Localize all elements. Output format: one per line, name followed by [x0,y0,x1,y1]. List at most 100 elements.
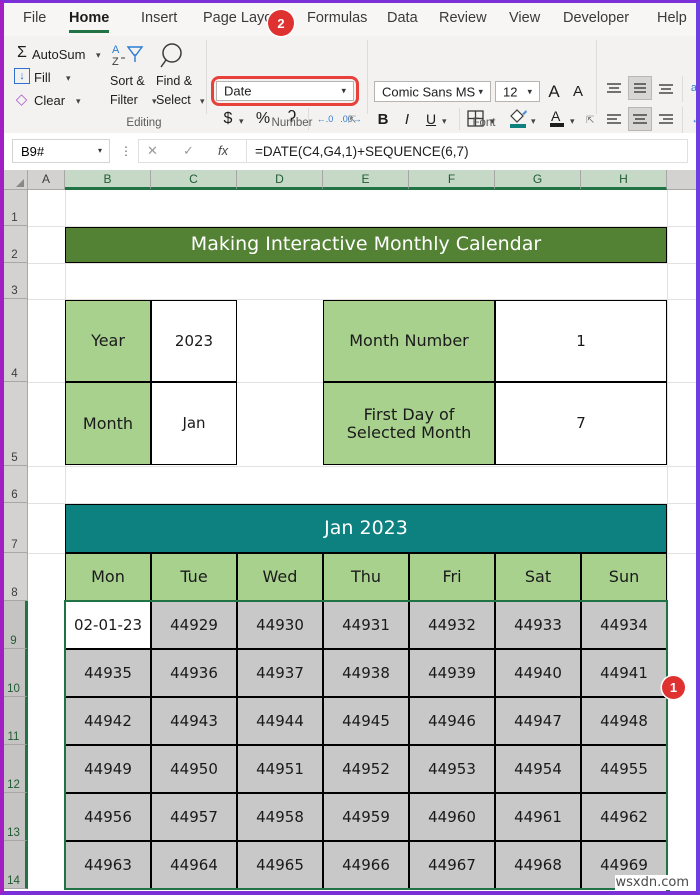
column-header-g[interactable]: G [495,170,581,190]
align-top-button[interactable] [604,78,624,98]
calendar-cell[interactable]: 44932 [409,601,495,649]
font-name-chevron-down-icon[interactable]: ▾ [478,86,483,97]
row-header-8[interactable]: 8 [4,553,28,601]
calendar-cell[interactable]: 44942 [65,697,151,745]
clear-button[interactable]: Clear [34,93,65,108]
sort-filter-label-2[interactable]: Filter [110,93,138,107]
calendar-cell[interactable]: 44964 [151,841,237,889]
fill-button[interactable]: Fill [34,70,51,85]
fill-chevron-down-icon[interactable]: ▾ [66,73,71,84]
first-day-value[interactable]: 7 [495,382,667,465]
calendar-cell[interactable]: 44938 [323,649,409,697]
calendar-cell[interactable]: 44951 [237,745,323,793]
row-header-6[interactable]: 6 [4,466,28,503]
calendar-cell[interactable]: 44968 [495,841,581,889]
calendar-cell-active[interactable]: 02-01-23 [65,601,151,649]
increase-font-size-button[interactable]: A [544,81,564,102]
select-all-corner[interactable] [4,170,28,190]
month-number-value[interactable]: 1 [495,300,667,382]
calendar-cell[interactable]: 44945 [323,697,409,745]
calendar-cell[interactable]: 44947 [495,697,581,745]
font-color-icon[interactable]: A [547,106,567,130]
calendar-cell[interactable]: 44944 [237,697,323,745]
calendar-cell[interactable]: 44948 [581,697,667,745]
month-label[interactable]: Month [65,382,151,465]
calendar-cell[interactable]: 44934 [581,601,667,649]
calendar-cell[interactable]: 44936 [151,649,237,697]
column-header-f[interactable]: F [409,170,495,190]
row-header-14[interactable]: 14 [4,841,28,889]
row-header-13[interactable]: 13 [4,793,28,841]
font-color-chevron-down-icon[interactable]: ▾ [570,116,575,127]
calendar-cell[interactable]: 44946 [409,697,495,745]
year-value[interactable]: 2023 [151,300,237,382]
cell-area[interactable]: Making Interactive Monthly Calendar Year… [28,190,696,891]
autosum-chevron-down-icon[interactable]: ▾ [96,50,101,61]
tab-formulas[interactable]: Formulas [304,9,370,30]
name-box[interactable]: B9# ▾ [12,139,110,163]
name-box-chevron-down-icon[interactable]: ▾ [98,146,102,155]
italic-button[interactable]: I [400,109,414,129]
calendar-cell[interactable]: 44937 [237,649,323,697]
calendar-cell[interactable]: 44943 [151,697,237,745]
weekday-wed[interactable]: Wed [237,553,323,601]
weekday-sun[interactable]: Sun [581,553,667,601]
font-dialog-launcher-icon[interactable]: ⇱ [586,115,594,126]
row-header-5[interactable]: 5 [4,382,28,466]
find-select-label-2[interactable]: Select [156,93,191,107]
currency-format-button[interactable]: $ [220,109,236,129]
calendar-cell[interactable]: 44952 [323,745,409,793]
row-header-2[interactable]: 2 [4,226,28,263]
weekday-mon[interactable]: Mon [65,553,151,601]
calendar-cell[interactable]: 44929 [151,601,237,649]
column-header-a[interactable]: A [28,170,65,190]
column-header-d[interactable]: D [237,170,323,190]
column-header-e[interactable]: E [323,170,409,190]
calendar-cell[interactable]: 44933 [495,601,581,649]
weekday-sat[interactable]: Sat [495,553,581,601]
decrease-font-size-button[interactable]: A [568,81,588,102]
year-label[interactable]: Year [65,300,151,382]
tab-view[interactable]: View [506,9,543,30]
calendar-cell[interactable]: 44967 [409,841,495,889]
find-select-chevron-down-icon[interactable]: ▾ [200,96,205,107]
font-size-chevron-down-icon[interactable]: ▾ [527,86,532,97]
calendar-cell[interactable]: 44954 [495,745,581,793]
tab-developer[interactable]: Developer [560,9,632,30]
weekday-thu[interactable]: Thu [323,553,409,601]
formula-input[interactable]: =DATE(C4,G4,1)+SEQUENCE(6,7) [246,139,688,163]
column-header-c[interactable]: C [151,170,237,190]
weekday-fri[interactable]: Fri [409,553,495,601]
calendar-cell[interactable]: 44953 [409,745,495,793]
underline-chevron-down-icon[interactable]: ▾ [442,116,447,127]
autosum-button[interactable]: AutoSum [32,47,85,62]
align-right-button[interactable] [656,109,676,129]
fill-color-chevron-down-icon[interactable]: ▾ [531,116,536,127]
align-bottom-button[interactable] [656,78,676,98]
row-header-9[interactable]: 9 [4,601,28,649]
row-header-1[interactable]: 1 [4,190,28,226]
underline-button[interactable]: U [423,109,439,129]
calendar-title[interactable]: Jan 2023 [65,504,667,553]
calendar-cell[interactable]: 44940 [495,649,581,697]
calendar-cell[interactable]: 44950 [151,745,237,793]
font-name-select[interactable]: Comic Sans MS ▾ [374,81,491,102]
cancel-icon[interactable]: ✕ [147,143,158,159]
align-center-button[interactable] [628,107,652,131]
insert-function-icon[interactable]: fx [218,143,228,158]
tab-file[interactable]: File [20,9,49,30]
align-middle-button[interactable] [628,76,652,100]
calendar-cell[interactable]: 44960 [409,793,495,841]
row-header-4[interactable]: 4 [4,299,28,382]
bold-button[interactable]: B [375,109,391,129]
month-number-label[interactable]: Month Number [323,300,495,382]
orientation-icon[interactable]: ab [687,78,696,98]
calendar-cell[interactable]: 44941 [581,649,667,697]
row-header-11[interactable]: 11 [4,697,28,745]
tab-review[interactable]: Review [436,9,490,30]
row-header-10[interactable]: 10 [4,649,28,697]
calendar-cell[interactable]: 44966 [323,841,409,889]
enter-icon[interactable]: ✓ [183,143,194,159]
calendar-cell[interactable]: 44957 [151,793,237,841]
calendar-cell[interactable]: 44949 [65,745,151,793]
